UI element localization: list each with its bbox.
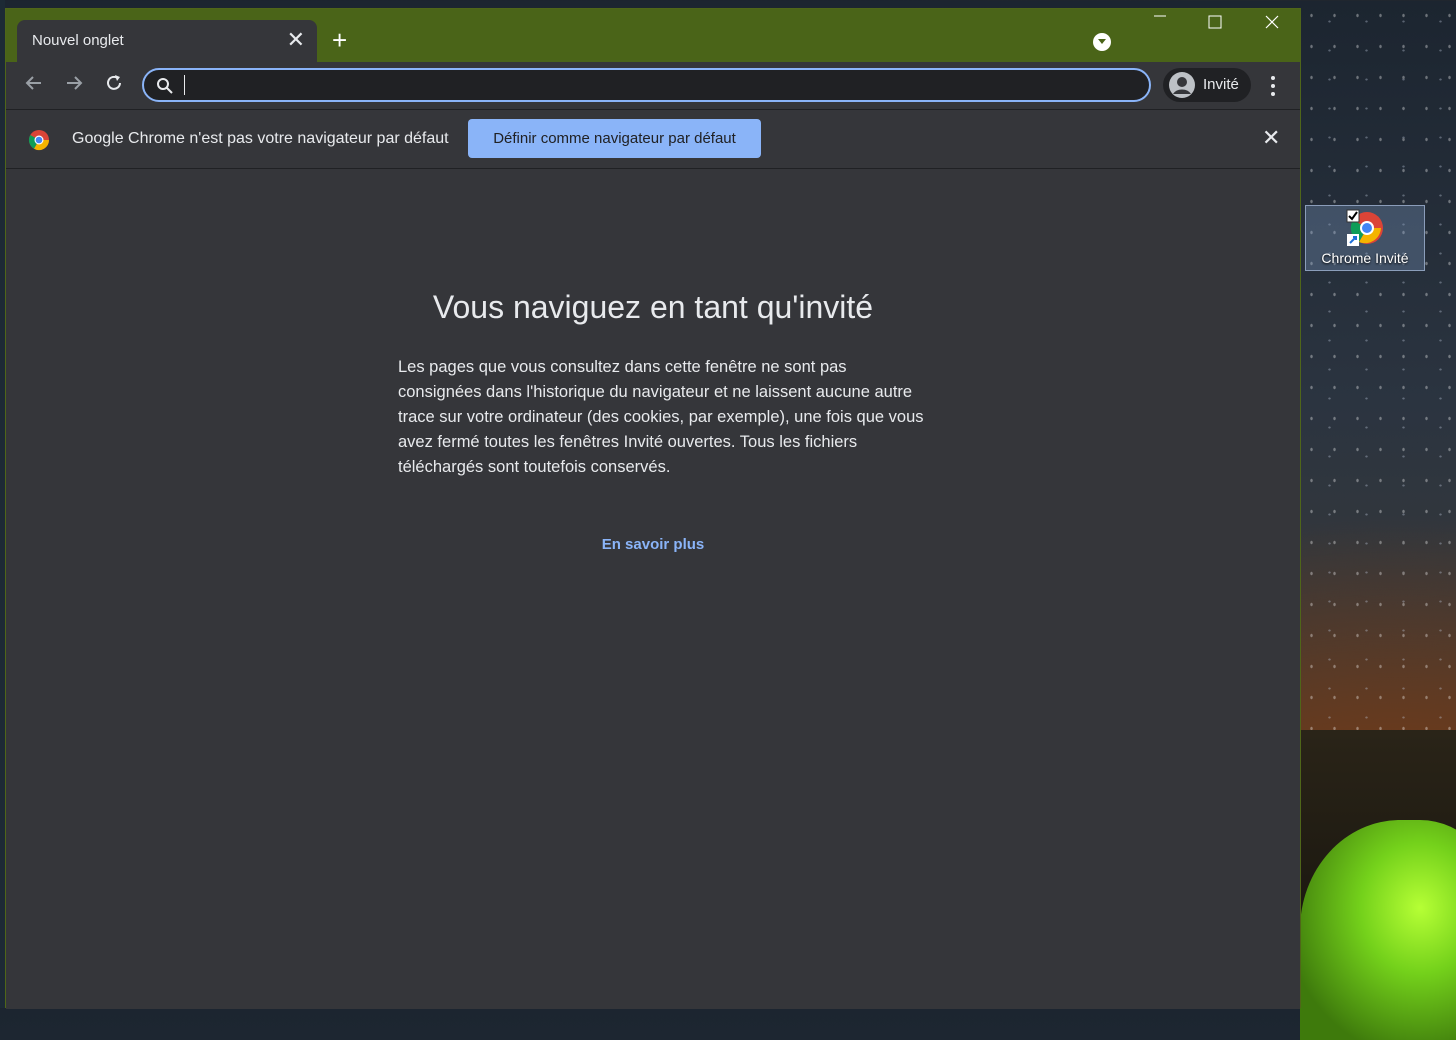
forward-button[interactable] <box>60 72 88 100</box>
tab-nouvel-onglet[interactable]: Nouvel onglet ✕ <box>17 20 317 62</box>
menu-kebab-icon[interactable] <box>1264 72 1282 100</box>
set-default-browser-button[interactable]: Définir comme navigateur par défaut <box>468 119 761 158</box>
maximize-icon <box>1208 15 1222 29</box>
infobar-close-icon[interactable]: ✕ <box>1262 127 1280 149</box>
infobar-message: Google Chrome n'est pas votre navigateur… <box>72 130 449 147</box>
guest-description: Les pages que vous consultez dans cette … <box>398 358 924 476</box>
toolbar: Invité <box>6 62 1300 109</box>
chrome-logo-icon <box>28 130 50 151</box>
maximize-button[interactable] <box>1195 15 1235 43</box>
back-arrow-icon <box>25 76 41 90</box>
chrome-window: Nouvel onglet ✕ + Invité Google Chrome n… <box>5 8 1301 1009</box>
search-icon <box>157 78 173 94</box>
learn-more-link[interactable]: En savoir plus <box>6 536 1300 553</box>
default-browser-infobar: Google Chrome n'est pas votre navigateur… <box>6 109 1300 169</box>
reload-button[interactable] <box>100 72 128 100</box>
title-bar[interactable]: Nouvel onglet ✕ + <box>6 9 1300 62</box>
page-title: Vous naviguez en tant qu'invité <box>432 289 874 325</box>
profile-label: Invité <box>1203 76 1239 93</box>
tab-title: Nouvel onglet <box>32 32 124 49</box>
minimize-icon <box>1154 15 1166 17</box>
text-caret <box>184 75 185 95</box>
close-icon <box>1265 15 1279 29</box>
address-bar[interactable] <box>142 68 1151 102</box>
profile-button[interactable]: Invité <box>1163 68 1251 102</box>
reload-icon <box>107 75 121 90</box>
tab-close-icon[interactable]: ✕ <box>287 29 305 51</box>
new-tab-button[interactable]: + <box>332 27 347 53</box>
avatar-icon <box>1169 72 1195 98</box>
chrome-icon <box>1345 208 1385 248</box>
desktop-shortcut-label: Chrome Invité <box>1321 250 1409 266</box>
tab-search-icon[interactable] <box>1093 33 1111 51</box>
address-input[interactable] <box>184 75 1088 97</box>
desktop-wallpaper-stars <box>1300 0 1456 730</box>
desktop-shortcut-chrome-invite[interactable]: Chrome Invité <box>1305 205 1425 271</box>
forward-arrow-icon <box>67 76 83 90</box>
minimize-button[interactable] <box>1140 15 1180 43</box>
close-window-button[interactable] <box>1252 15 1292 43</box>
guest-page: Vous naviguez en tant qu'invité Les page… <box>6 169 1300 1009</box>
back-button[interactable] <box>20 72 48 100</box>
